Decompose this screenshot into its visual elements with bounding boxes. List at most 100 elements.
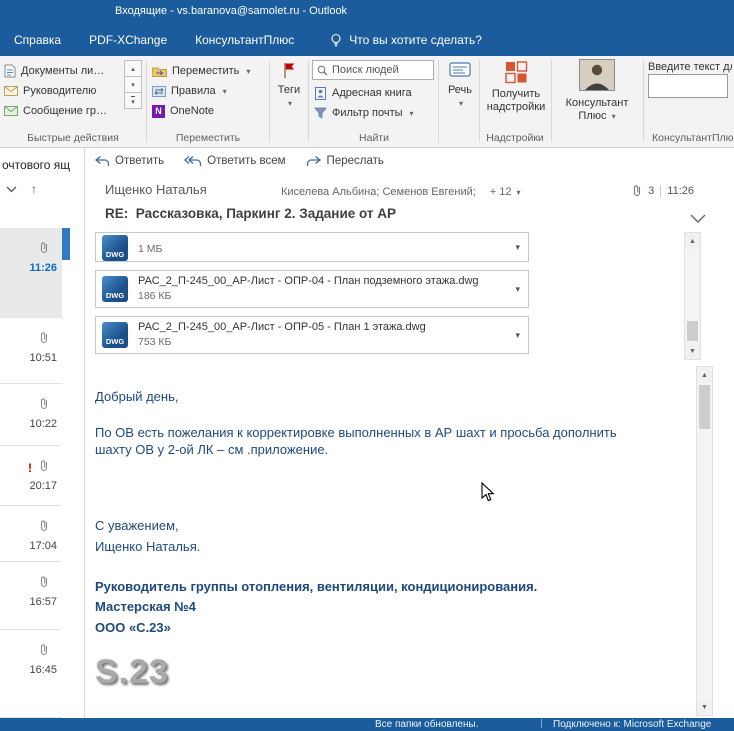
quick-step-group-message[interactable]: Сообщение гр… — [4, 102, 107, 120]
group-separator — [479, 60, 480, 142]
move-button[interactable]: Переместить ▾ — [152, 62, 250, 80]
paperclip-icon — [40, 398, 48, 410]
reply-button[interactable]: Ответить — [94, 155, 164, 167]
recipients-list[interactable]: Киселева Альбина; Семенов Евгений; — [281, 186, 476, 198]
group-separator — [551, 60, 552, 142]
reading-pane: Ответить Ответить всем Переслать Ищенко … — [86, 148, 734, 718]
attachment-name: РАС_2_П-245_00_АР-Лист - ОПР-04 - План п… — [138, 275, 479, 287]
consultant-label-line1: Консультант — [565, 97, 629, 109]
tab-pdf-xchange[interactable]: PDF-XChange — [75, 25, 181, 55]
consultant-label-line2: Плюс ▾ — [553, 110, 641, 123]
forward-icon — [306, 155, 321, 166]
tab-help[interactable]: Справка — [0, 25, 75, 55]
caret-down-icon[interactable]: ▾ — [515, 330, 520, 341]
status-update-text: Все папки обновлены. — [375, 719, 479, 730]
message-list-item[interactable]: 10:22 — [0, 384, 62, 446]
tab-consultant-plus[interactable]: КонсультантПлюс — [181, 25, 308, 55]
recipients-more-button[interactable]: + 12 ▾ — [490, 186, 521, 198]
speech-label: Речь — [447, 84, 473, 96]
caret-down-icon: ▾ — [409, 108, 414, 118]
scroll-up-button[interactable]: ▲ — [697, 367, 712, 383]
message-list-item[interactable]: ! 20:17 — [0, 446, 62, 506]
message-time: 20:17 — [29, 480, 57, 492]
paperclip-icon — [40, 520, 48, 532]
mailbox-search-fragment[interactable]: очтового ящ — [2, 158, 70, 172]
rules-button[interactable]: Правила ▾ — [152, 82, 227, 100]
gallery-more-icon: ▾ — [131, 95, 135, 106]
attachment-item[interactable]: DWG 1 МБ ▾ — [95, 232, 529, 262]
group-message-icon — [4, 106, 18, 116]
status-connection-text: Подключено к: Microsoft Exchange — [553, 719, 712, 730]
reply-all-button[interactable]: Ответить всем — [184, 155, 286, 167]
get-addins-label-line1: Получить — [491, 88, 541, 100]
forward-button[interactable]: Переслать — [306, 155, 384, 167]
speech-button[interactable]: Речь ▾ — [440, 56, 480, 130]
message-list-item[interactable]: 10:51 — [0, 318, 62, 384]
signature-line: С уважением, — [95, 517, 179, 533]
list-scrollbar-thumb[interactable] — [62, 228, 70, 260]
quick-step-to-manager[interactable]: Руководителю — [4, 82, 96, 100]
attachment-item[interactable]: DWG РАС_2_П-245_00_АР-Лист - ОПР-05 - Пл… — [95, 316, 529, 354]
message-time: 17:04 — [29, 540, 57, 552]
scrollbar-thumb[interactable] — [699, 385, 710, 429]
chevron-down-icon[interactable] — [690, 214, 706, 223]
gallery-more-button[interactable]: ▾ — [124, 92, 142, 109]
company-logo-text: S.23 — [95, 653, 169, 692]
tell-me-box[interactable]: Что вы хотите сделать? — [330, 33, 482, 48]
body-scrollbar[interactable]: ▲ ▼ — [696, 366, 713, 716]
sender-name[interactable]: Ищенко Наталья — [105, 182, 207, 197]
reply-icon — [94, 155, 110, 166]
scrollbar-thumb[interactable] — [687, 321, 698, 341]
message-list-item[interactable]: 11:26 — [0, 228, 62, 318]
message-time: 16:45 — [29, 664, 57, 676]
caret-down-icon[interactable]: ▾ — [515, 284, 520, 295]
sort-arrow-icon[interactable]: ↑ — [31, 182, 37, 196]
signature-line: Мастерская №4 — [95, 599, 196, 615]
caret-down-icon[interactable]: ▾ — [515, 242, 520, 253]
message-list-item[interactable]: 17:04 — [0, 506, 62, 562]
gallery-scroll-down-button[interactable]: ▾ — [124, 76, 142, 93]
onenote-button[interactable]: N OneNote — [152, 102, 214, 120]
attachments-count: 3 — [648, 184, 655, 197]
store-icon — [505, 61, 528, 84]
get-addins-button[interactable]: Получить надстройки — [482, 56, 550, 130]
meta-divider — [660, 184, 662, 197]
ribbon-tab-row: Справка PDF-XChange КонсультантПлюс Что … — [0, 24, 734, 56]
move-label: Переместить — [172, 65, 240, 77]
outlook-window: Входящие - vs.baranova@samolet.ru - Outl… — [0, 0, 734, 731]
consultant-label-text: Плюс — [578, 110, 607, 122]
paperclip-icon — [40, 460, 48, 472]
document-icon — [4, 64, 16, 78]
onenote-icon: N — [152, 104, 165, 118]
consultant-photo — [579, 59, 615, 91]
scroll-up-button[interactable]: ▲ — [685, 233, 700, 249]
message-list-item[interactable]: 16:45 — [0, 630, 62, 718]
scroll-down-button[interactable]: ▼ — [685, 343, 700, 359]
attachments-scrollbar[interactable]: ▲ ▼ — [684, 232, 701, 360]
rules-label: Правила — [171, 85, 216, 97]
consultant-plus-button[interactable]: Консультант Плюс ▾ — [553, 56, 641, 130]
scroll-up-icon: ▲ — [701, 371, 708, 379]
gallery-scroll-up-button[interactable]: ▴ — [124, 60, 142, 77]
message-list-item[interactable]: 16:57 — [0, 562, 62, 630]
search-people-box[interactable] — [312, 60, 434, 80]
search-people-input[interactable] — [332, 64, 422, 76]
mail-filter-button[interactable]: Фильтр почты ▾ — [314, 104, 414, 122]
tags-button[interactable]: Теги ▾ — [270, 56, 308, 130]
address-book-button[interactable]: Адресная книга — [314, 84, 412, 102]
consultant-search-input[interactable] — [648, 74, 728, 98]
scroll-down-icon: ▼ — [689, 347, 696, 355]
attachment-item[interactable]: DWG РАС_2_П-245_00_АР-Лист - ОПР-04 - Пл… — [95, 270, 529, 308]
quick-step-documents[interactable]: Документы ли… — [4, 62, 104, 80]
paperclip-icon — [40, 242, 48, 254]
message-subject: RE: Рассказовка, Паркинг 2. Задание от А… — [105, 206, 397, 221]
caret-down-icon: ▾ — [222, 86, 227, 96]
scroll-down-button[interactable]: ▼ — [697, 699, 712, 715]
quick-step-label: Документы ли… — [21, 65, 105, 77]
attachment-size: 186 КБ — [138, 290, 172, 302]
message-time: 11:26 — [29, 262, 57, 274]
caret-down-icon: ▾ — [611, 112, 616, 121]
scroll-up-icon: ▴ — [131, 65, 135, 73]
filter-chevron-icon[interactable] — [6, 186, 17, 193]
group-separator — [146, 60, 147, 142]
